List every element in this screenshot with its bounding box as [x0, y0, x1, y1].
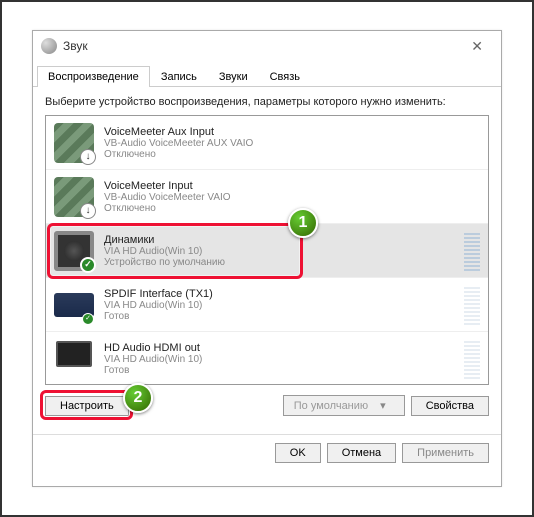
titlebar: Звук ✕	[33, 31, 501, 61]
apply-button[interactable]: Применить	[402, 443, 489, 463]
tab-sounds[interactable]: Звуки	[208, 66, 259, 87]
set-default-dropdown[interactable]: По умолчанию	[283, 395, 405, 416]
instruction-text: Выберите устройство воспроизведения, пар…	[45, 95, 489, 109]
device-item[interactable]: VoiceMeeter Aux Input VB-Audio VoiceMeet…	[46, 116, 488, 170]
speaker-icon	[54, 231, 94, 271]
check-icon	[80, 257, 96, 273]
device-item[interactable]: SPDIF Interface (TX1) VIA HD Audio(Win 1…	[46, 278, 488, 332]
device-status: Отключено	[104, 203, 480, 214]
set-default-label: По умолчанию	[294, 400, 368, 412]
window-title: Звук	[63, 39, 88, 53]
ok-button[interactable]: OK	[275, 443, 321, 463]
device-icon-aux	[54, 177, 94, 217]
interface-icon	[54, 285, 94, 325]
device-list[interactable]: VoiceMeeter Aux Input VB-Audio VoiceMeet…	[45, 115, 489, 385]
tab-playback[interactable]: Воспроизведение	[37, 66, 150, 87]
device-desc: VIA HD Audio(Win 10)	[104, 300, 458, 311]
arrow-down-icon	[80, 203, 96, 219]
device-name: VoiceMeeter Aux Input	[104, 126, 480, 138]
dialog-button-row: OK Отмена Применить	[33, 434, 501, 471]
configure-button[interactable]: Настроить	[45, 396, 129, 416]
device-name: SPDIF Interface (TX1)	[104, 288, 458, 300]
device-desc: VIA HD Audio(Win 10)	[104, 246, 458, 257]
device-status: Устройство по умолчанию	[104, 257, 458, 268]
tabstrip: Воспроизведение Запись Звуки Связь	[33, 65, 501, 87]
device-name: VoiceMeeter Input	[104, 180, 480, 192]
device-status: Отключено	[104, 149, 480, 160]
arrow-down-icon	[80, 149, 96, 165]
device-item-selected[interactable]: Динамики VIA HD Audio(Win 10) Устройство…	[46, 224, 488, 278]
monitor-icon	[54, 339, 94, 379]
close-icon[interactable]: ✕	[461, 34, 493, 59]
sound-icon	[41, 38, 57, 54]
device-status: Готов	[104, 311, 458, 322]
sound-dialog: Звук ✕ Воспроизведение Запись Звуки Связ…	[32, 30, 502, 487]
device-name: Динамики	[104, 234, 458, 246]
device-status: Готов	[104, 365, 458, 376]
device-item[interactable]: HD Audio HDMI out VIA HD Audio(Win 10) Г…	[46, 332, 488, 385]
level-meter	[464, 231, 480, 271]
properties-button[interactable]: Свойства	[411, 396, 489, 416]
device-name: HD Audio HDMI out	[104, 342, 458, 354]
tab-comm[interactable]: Связь	[259, 66, 311, 87]
device-desc: VB-Audio VoiceMeeter VAIO	[104, 192, 480, 203]
device-item[interactable]: VoiceMeeter Input VB-Audio VoiceMeeter V…	[46, 170, 488, 224]
level-meter	[464, 285, 480, 325]
cancel-button[interactable]: Отмена	[327, 443, 396, 463]
device-desc: VIA HD Audio(Win 10)	[104, 354, 458, 365]
check-icon	[82, 313, 94, 325]
level-meter	[464, 339, 480, 379]
device-desc: VB-Audio VoiceMeeter AUX VAIO	[104, 138, 480, 149]
tab-record[interactable]: Запись	[150, 66, 208, 87]
device-icon-aux	[54, 123, 94, 163]
